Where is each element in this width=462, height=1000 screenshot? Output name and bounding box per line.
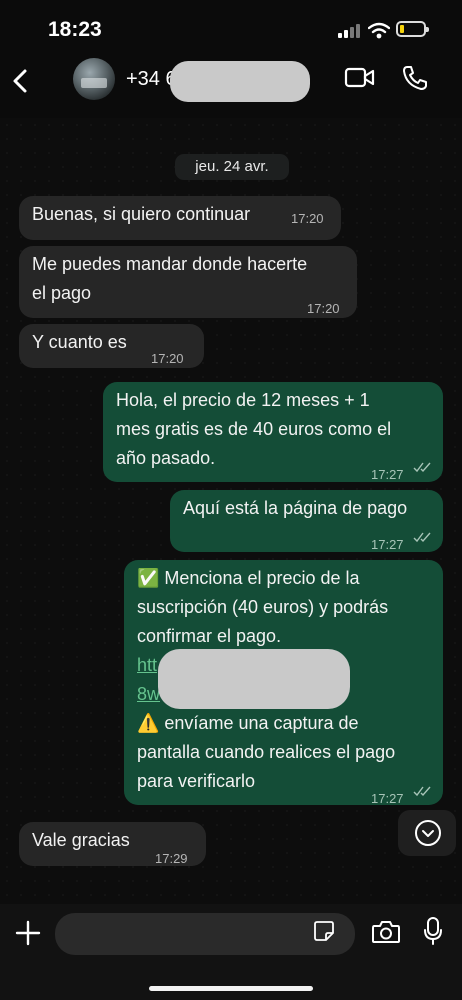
scroll-down-button[interactable] <box>398 810 456 856</box>
date-separator: jeu. 24 avr. <box>175 154 289 180</box>
message-line: para verificarlo <box>137 771 256 791</box>
message-text: Vale gracias <box>32 830 130 850</box>
cellular-signal-icon <box>338 24 360 38</box>
message-time: 17:20 <box>307 301 340 316</box>
message-text: Hola, el precio de 12 meses + 1 mes grat… <box>116 386 391 473</box>
message-time: 17:27 <box>371 537 404 552</box>
message-line: ⚠️ envíame una captura de <box>137 713 359 733</box>
chevron-left-icon[interactable] <box>8 66 34 96</box>
message-line: mes gratis es de 40 euros como el <box>116 419 392 439</box>
message-text: Buenas, si quiero continuar <box>32 204 251 224</box>
message-line: pantalla cuando realices el pago <box>137 742 396 762</box>
battery-icon <box>396 21 429 37</box>
message-time: 17:27 <box>371 791 404 806</box>
message-line: el pago <box>32 283 92 303</box>
outgoing-message[interactable]: Hola, el precio de 12 meses + 1 mes grat… <box>103 382 443 482</box>
message-input[interactable] <box>55 913 355 955</box>
message-text: Y cuanto es <box>32 332 127 352</box>
sticker-icon[interactable] <box>313 920 335 942</box>
redaction-mask <box>158 649 350 709</box>
plus-icon[interactable] <box>15 920 41 946</box>
outgoing-message[interactable]: ✅ Menciona el precio de la suscripción (… <box>124 560 443 806</box>
chat-area[interactable]: jeu. 24 avr. Buenas, si quiero continuar… <box>0 118 462 904</box>
message-text: Me puedes mandar donde hacerte el pago <box>32 250 307 308</box>
redaction-mask <box>170 61 310 102</box>
phone-icon[interactable] <box>401 64 429 92</box>
message-time: 17:20 <box>291 211 324 226</box>
message-time: 17:29 <box>155 851 188 866</box>
video-camera-icon[interactable] <box>344 66 376 90</box>
message-line: confirmar el pago. <box>137 626 282 646</box>
wifi-icon <box>368 22 390 39</box>
message-line: Hola, el precio de 12 meses + 1 <box>116 390 370 410</box>
message-line: ✅ Menciona el precio de la <box>137 568 360 588</box>
avatar[interactable] <box>73 58 115 100</box>
incoming-message[interactable]: Buenas, si quiero continuar 17:20 <box>19 196 341 240</box>
message-time: 17:27 <box>371 467 404 482</box>
message-time: 17:20 <box>151 351 184 366</box>
read-receipt-icon <box>413 786 431 797</box>
status-bar: 18:23 <box>0 0 462 58</box>
home-indicator <box>149 986 313 991</box>
incoming-message[interactable]: Vale gracias 17:29 <box>19 822 206 866</box>
chat-header: +34 6 <box>0 58 462 113</box>
message-line: Me puedes mandar donde hacerte <box>32 254 308 274</box>
message-composer <box>0 904 462 1000</box>
incoming-message[interactable]: Y cuanto es 17:20 <box>19 324 204 368</box>
incoming-message[interactable]: Me puedes mandar donde hacerte el pago 1… <box>19 246 357 318</box>
chevron-down-icon <box>415 820 441 846</box>
message-text: Aquí está la página de pago <box>183 498 408 518</box>
message-line: suscripción (40 euros) y podrás <box>137 597 389 617</box>
status-time: 18:23 <box>48 18 102 41</box>
read-receipt-icon <box>413 462 431 473</box>
outgoing-message[interactable]: Aquí está la página de pago 17:27 <box>170 490 443 552</box>
microphone-icon[interactable] <box>423 916 443 946</box>
message-line: año pasado. <box>116 448 216 468</box>
read-receipt-icon <box>413 532 431 543</box>
camera-icon[interactable] <box>371 920 401 944</box>
